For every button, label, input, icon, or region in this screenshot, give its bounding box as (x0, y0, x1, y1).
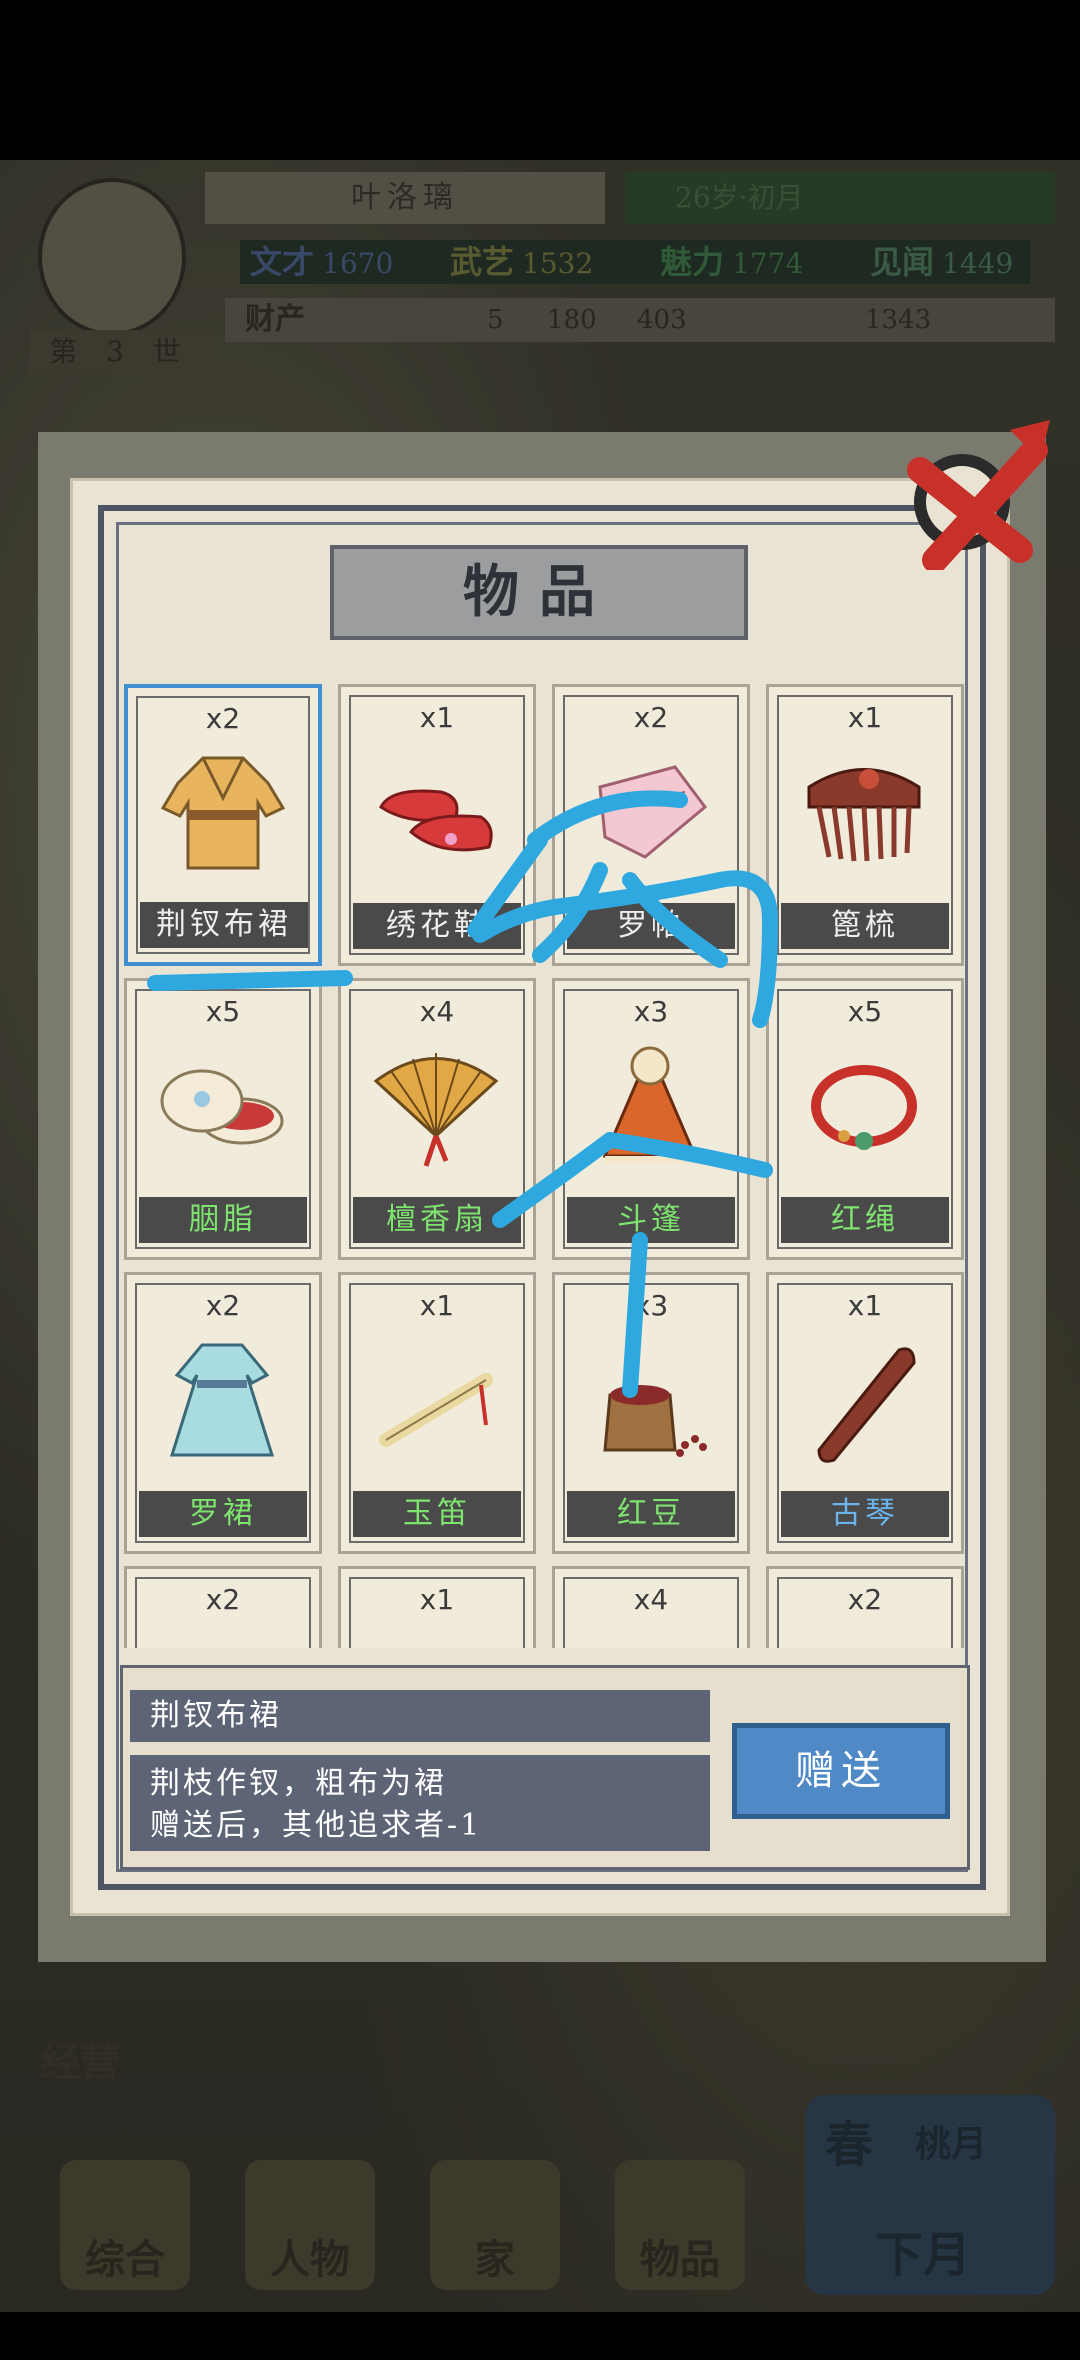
item-cell[interactable]: x1 古琴 (766, 1272, 964, 1554)
cloak-icon (602, 1046, 698, 1163)
item-icon (799, 1629, 929, 1648)
item-count: x1 (419, 701, 455, 734)
item-count: x1 (847, 1289, 883, 1322)
item-count: x1 (419, 1583, 455, 1616)
item-count: x2 (847, 1583, 883, 1616)
item-count: x4 (633, 1583, 669, 1616)
guqin-icon (817, 1347, 916, 1463)
description-line-1: 荆枝作钗，粗布为裙 (150, 1766, 447, 1801)
embroidered-shoes-icon (379, 789, 493, 852)
item-cell[interactable]: x3 斗篷 (552, 978, 750, 1260)
handkerchief-icon (598, 765, 708, 859)
item-icon (371, 1629, 501, 1648)
item-grid: x2 荆钗布裙 x1 绣花鞋 x2 罗帕 x1 篦梳 x5 胭脂 x4 檀香扇 … (120, 668, 970, 1648)
item-name: 罗裙 (139, 1491, 307, 1537)
item-name: 斗篷 (567, 1197, 735, 1243)
item-cell[interactable]: x4 檀香扇 (338, 978, 536, 1260)
dialog-title: 物品 (463, 559, 615, 625)
item-cell[interactable]: x1 绣花鞋 (338, 684, 536, 966)
selected-item-description: 荆枝作钗，粗布为裙 赠送后，其他追求者-1 (130, 1755, 710, 1851)
item-cell[interactable]: x4 (552, 1566, 750, 1648)
item-cell[interactable]: x2 罗帕 (552, 684, 750, 966)
item-icon (157, 1629, 287, 1648)
selected-item-name: 荆钗布裙 (130, 1690, 710, 1742)
gift-button[interactable]: 赠送 (732, 1723, 950, 1819)
item-name: 红豆 (567, 1491, 735, 1537)
item-count: x2 (633, 701, 669, 734)
description-line-2: 赠送后，其他追求者-1 (150, 1808, 483, 1843)
rouge-box-icon (160, 1069, 284, 1145)
item-cell[interactable]: x1 (338, 1566, 536, 1648)
item-name: 红绳 (781, 1197, 949, 1243)
item-cell[interactable]: x1 玉笛 (338, 1272, 536, 1554)
item-cell[interactable]: x5 红绳 (766, 978, 964, 1260)
item-count: x5 (205, 995, 241, 1028)
close-icon[interactable] (900, 410, 1060, 570)
item-cell[interactable]: x2 (766, 1566, 964, 1648)
comb-icon (807, 768, 921, 862)
item-icon (585, 1629, 715, 1648)
item-cell[interactable]: x2 罗裙 (124, 1272, 322, 1554)
item-count: x3 (633, 995, 669, 1028)
item-cell[interactable]: x3 红豆 (552, 1272, 750, 1554)
fan-icon (373, 1053, 499, 1167)
item-name: 古琴 (781, 1491, 949, 1537)
item-count: x2 (205, 1583, 241, 1616)
item-count: x4 (419, 995, 455, 1028)
item-count: x1 (847, 701, 883, 734)
item-name: 荆钗布裙 (140, 902, 308, 948)
flute-icon (379, 1373, 493, 1447)
item-name: 罗帕 (567, 903, 735, 949)
item-cell[interactable]: x1 篦梳 (766, 684, 964, 966)
item-name: 绣花鞋 (353, 903, 521, 949)
item-count: x3 (633, 1289, 669, 1322)
item-count: x5 (847, 995, 883, 1028)
item-count: x2 (205, 1289, 241, 1322)
item-name: 檀香扇 (353, 1197, 521, 1243)
item-count: x2 (205, 702, 241, 735)
red-beans-icon (603, 1385, 707, 1457)
item-cell[interactable]: x5 胭脂 (124, 978, 322, 1260)
item-name: 玉笛 (353, 1491, 521, 1537)
item-cell[interactable]: x2 荆钗布裙 (124, 684, 322, 966)
item-cell[interactable]: x2 (124, 1566, 322, 1648)
item-count: x1 (419, 1289, 455, 1322)
dress-icon (169, 1343, 275, 1457)
item-name: 篦梳 (781, 903, 949, 949)
red-rope-icon (811, 1065, 917, 1150)
robe-icon (160, 756, 286, 870)
item-name: 胭脂 (139, 1197, 307, 1243)
